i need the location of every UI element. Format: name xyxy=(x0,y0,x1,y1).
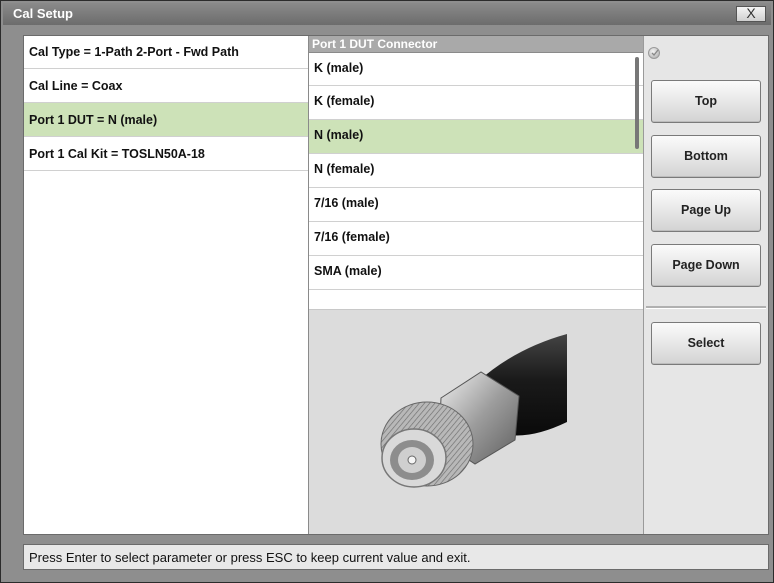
page-up-button[interactable]: Page Up xyxy=(651,189,761,232)
title-bar: Cal Setup X xyxy=(3,3,771,25)
navigation-panel: Top Bottom Page Up Page Down Select xyxy=(643,36,768,534)
top-button[interactable]: Top xyxy=(651,80,761,123)
close-button[interactable]: X xyxy=(736,6,766,22)
connector-list-header: Port 1 DUT Connector xyxy=(309,36,643,53)
dialog-content: Cal Type = 1-Path 2-Port - Fwd Path Cal … xyxy=(23,35,769,535)
close-icon: X xyxy=(746,5,756,21)
page-down-button[interactable]: Page Down xyxy=(651,244,761,287)
list-item[interactable]: SMA (male) xyxy=(309,256,643,290)
connector-panel: Port 1 DUT Connector K (male) K (female)… xyxy=(309,36,643,534)
cal-setup-dialog: Cal Setup X Cal Type = 1-Path 2-Port - F… xyxy=(0,0,774,583)
list-item[interactable]: 7/16 (male) xyxy=(309,188,643,222)
connector-list[interactable]: K (male) K (female) N (male) N (female) … xyxy=(309,53,643,310)
status-text: Press Enter to select parameter or press… xyxy=(29,550,471,565)
check-icon xyxy=(648,47,660,59)
list-item[interactable]: K (female) xyxy=(309,86,643,120)
param-cal-line[interactable]: Cal Line = Coax xyxy=(24,69,308,103)
param-cal-type[interactable]: Cal Type = 1-Path 2-Port - Fwd Path xyxy=(24,36,308,69)
status-bar: Press Enter to select parameter or press… xyxy=(23,544,769,570)
n-male-connector-image xyxy=(380,334,567,488)
bottom-button[interactable]: Bottom xyxy=(651,135,761,178)
list-item[interactable]: K (male) xyxy=(309,53,643,86)
button-divider xyxy=(646,306,766,309)
connector-preview xyxy=(309,310,643,534)
param-port1-cal-kit[interactable]: Port 1 Cal Kit = TOSLN50A-18 xyxy=(24,137,308,171)
list-item[interactable]: N (male) xyxy=(309,120,643,154)
parameter-list: Cal Type = 1-Path 2-Port - Fwd Path Cal … xyxy=(24,36,309,534)
select-button[interactable]: Select xyxy=(651,322,761,365)
param-port1-dut[interactable]: Port 1 DUT = N (male) xyxy=(24,103,308,137)
list-item[interactable]: 7/16 (female) xyxy=(309,222,643,256)
dialog-title: Cal Setup xyxy=(13,6,73,21)
list-scrollbar[interactable] xyxy=(635,57,639,149)
list-item[interactable]: N (female) xyxy=(309,154,643,188)
